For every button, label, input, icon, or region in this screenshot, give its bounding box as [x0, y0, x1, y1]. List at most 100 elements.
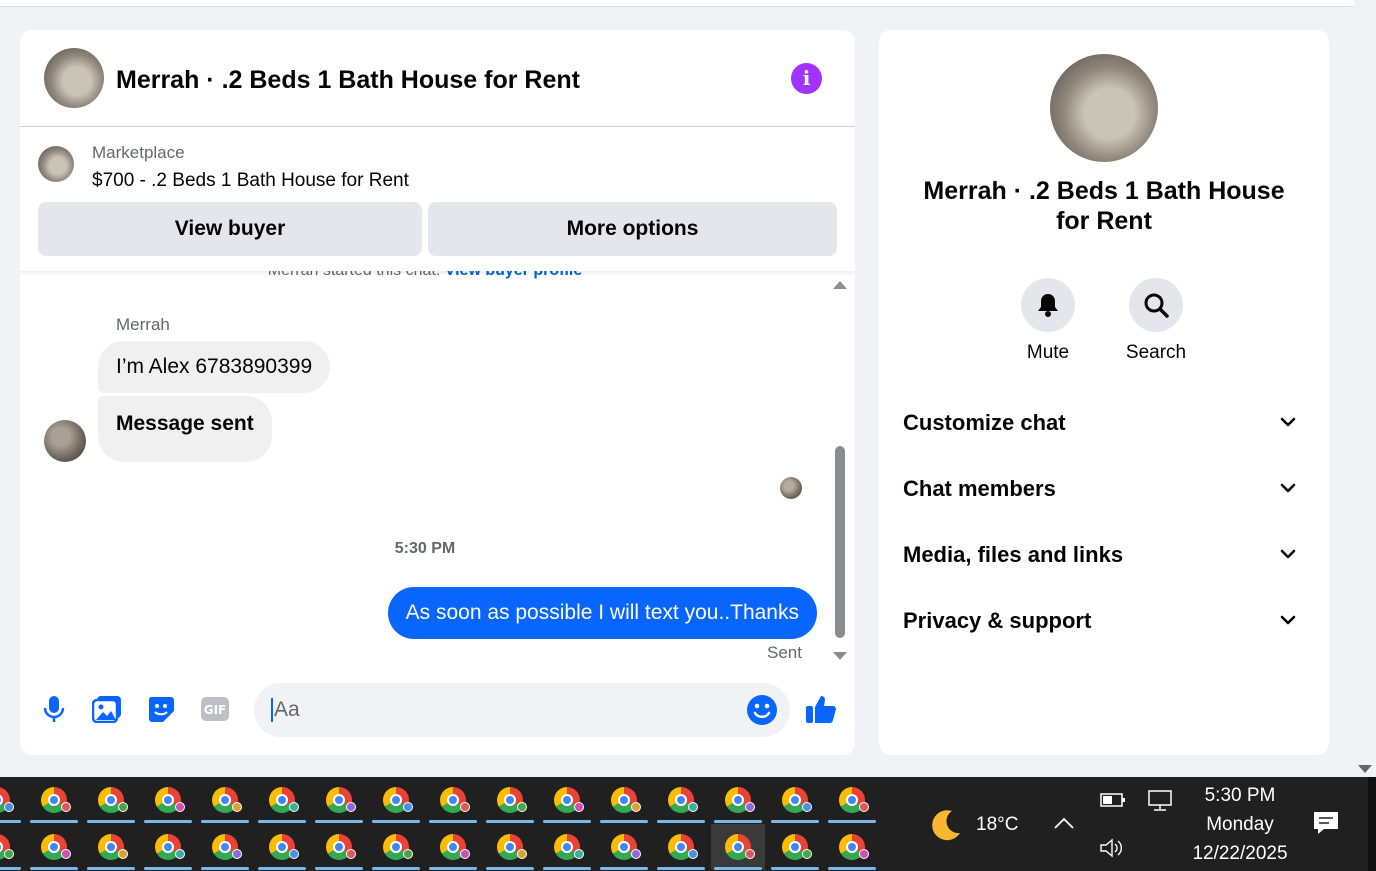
outgoing-message[interactable]: As soon as possible I will text you..Tha…	[387, 587, 817, 639]
chrome-taskbar-button[interactable]	[27, 824, 81, 870]
moon-weather-icon[interactable]	[926, 807, 964, 850]
chevron-up-icon[interactable]	[1053, 815, 1075, 836]
sender-avatar[interactable]	[44, 420, 86, 462]
scroll-up-arrow-icon[interactable]	[833, 281, 847, 289]
chrome-taskbar-button[interactable]	[0, 824, 24, 870]
section-customize-chat[interactable]: Customize chat	[903, 403, 1305, 443]
emoji-icon[interactable]	[746, 694, 778, 726]
info-icon[interactable]: i	[791, 63, 822, 94]
message-timestamp: 5:30 PM	[394, 540, 456, 557]
chrome-taskbar-button[interactable]	[483, 777, 537, 823]
chrome-taskbar-button[interactable]	[654, 824, 708, 870]
chrome-taskbar-button[interactable]	[426, 824, 480, 870]
profile-badge-icon	[175, 802, 185, 812]
profile-badge-icon	[859, 802, 869, 812]
incoming-message[interactable]: I’m Alex 6783890399	[98, 341, 331, 393]
chrome-taskbar-button[interactable]	[312, 777, 366, 823]
running-indicator	[258, 867, 306, 870]
section-media-files-links[interactable]: Media, files and links	[903, 535, 1305, 575]
gif-icon[interactable]: GIF	[199, 693, 231, 725]
chrome-taskbar-button[interactable]	[711, 824, 765, 870]
chat-avatar[interactable]	[44, 48, 104, 108]
scroll-down-arrow-icon[interactable]	[1358, 765, 1372, 773]
chrome-taskbar-button[interactable]	[654, 777, 708, 823]
bell-icon[interactable]	[1021, 278, 1075, 332]
chat-title[interactable]: Merrah · .2 Beds 1 Bath House for Rent	[116, 66, 580, 95]
profile-badge-icon	[688, 802, 698, 812]
chrome-taskbar-button[interactable]	[711, 777, 765, 823]
mute-button[interactable]: Mute	[1003, 278, 1093, 364]
chrome-taskbar-button[interactable]	[255, 777, 309, 823]
profile-badge-icon	[289, 849, 299, 859]
chat-header: Merrah · .2 Beds 1 Bath House for Rent i	[20, 30, 855, 127]
profile-badge-icon	[61, 802, 71, 812]
browser-top-strip	[0, 0, 1354, 7]
photo-icon[interactable]	[91, 693, 123, 725]
chrome-taskbar-button[interactable]	[540, 824, 594, 870]
chrome-taskbar-button[interactable]	[597, 824, 651, 870]
chrome-taskbar-button[interactable]	[198, 824, 252, 870]
running-indicator	[657, 867, 705, 870]
chrome-taskbar-button[interactable]	[597, 777, 651, 823]
profile-badge-icon	[460, 802, 470, 812]
chrome-taskbar-button[interactable]	[369, 777, 423, 823]
profile-badge-icon	[289, 802, 299, 812]
chrome-taskbar-button[interactable]	[312, 824, 366, 870]
network-icon[interactable]	[1147, 789, 1173, 816]
more-options-button[interactable]: More options	[428, 202, 837, 256]
chrome-taskbar-button[interactable]	[768, 824, 822, 870]
profile-badge-icon	[460, 849, 470, 859]
chrome-taskbar-button[interactable]	[0, 777, 24, 823]
clock-time[interactable]: 5:30 PM	[1180, 785, 1300, 807]
section-chat-members[interactable]: Chat members	[903, 469, 1305, 509]
clock-day[interactable]: Monday	[1180, 814, 1300, 836]
chrome-taskbar-button[interactable]	[369, 824, 423, 870]
chrome-taskbar-button[interactable]	[84, 777, 138, 823]
chrome-taskbar-button[interactable]	[825, 777, 879, 823]
incoming-message[interactable]: Message sent	[98, 396, 272, 462]
running-indicator	[543, 820, 591, 823]
running-indicator	[372, 867, 420, 870]
page-scrollbar[interactable]	[1354, 0, 1376, 777]
chrome-taskbar-button[interactable]	[141, 824, 195, 870]
chevron-down-icon	[1280, 615, 1296, 625]
chrome-taskbar-button[interactable]	[768, 777, 822, 823]
battery-icon[interactable]	[1100, 792, 1126, 813]
message-input[interactable]: Aa	[254, 683, 790, 737]
chrome-taskbar-button[interactable]	[255, 824, 309, 870]
running-indicator	[315, 820, 363, 823]
notifications-icon[interactable]	[1312, 810, 1340, 841]
sticker-icon[interactable]	[145, 693, 177, 725]
section-privacy-support[interactable]: Privacy & support	[903, 601, 1305, 641]
chrome-taskbar-button[interactable]	[483, 824, 537, 870]
chrome-taskbar-button[interactable]	[141, 777, 195, 823]
clock-date[interactable]: 12/22/2025	[1180, 843, 1300, 865]
thumbs-up-icon[interactable]	[805, 693, 837, 725]
profile-badge-icon	[574, 849, 584, 859]
weather-temperature[interactable]: 18°C	[976, 814, 1018, 836]
chrome-taskbar-button[interactable]	[198, 777, 252, 823]
chrome-taskbar-button[interactable]	[426, 777, 480, 823]
chrome-taskbar-button[interactable]	[540, 777, 594, 823]
chrome-taskbar-button[interactable]	[825, 824, 879, 870]
view-buyer-button[interactable]: View buyer	[38, 202, 422, 256]
running-indicator	[372, 820, 420, 823]
running-indicator	[144, 820, 192, 823]
volume-icon[interactable]	[1098, 837, 1124, 864]
search-button[interactable]: Search	[1111, 278, 1201, 364]
profile-badge-icon	[61, 849, 71, 859]
listing-title[interactable]: $700 - .2 Beds 1 Bath House for Rent	[92, 170, 409, 192]
search-icon[interactable]	[1129, 278, 1183, 332]
chrome-taskbar-button[interactable]	[27, 777, 81, 823]
windows-taskbar: 18°C 5:30 PM Monday 12/22/2025	[0, 777, 1376, 871]
conversation-avatar[interactable]	[1050, 54, 1158, 162]
chrome-taskbar-button[interactable]	[84, 824, 138, 870]
conversation-info-panel: Merrah · .2 Beds 1 Bath House for Rent M…	[879, 30, 1329, 755]
microphone-icon[interactable]	[38, 693, 70, 725]
scroll-down-arrow-icon[interactable]	[833, 652, 847, 660]
running-indicator	[486, 867, 534, 870]
scroll-thumb[interactable]	[835, 446, 845, 638]
running-indicator	[600, 867, 648, 870]
listing-thumbnail[interactable]	[38, 146, 74, 182]
chat-scrollbar[interactable]	[829, 271, 851, 666]
